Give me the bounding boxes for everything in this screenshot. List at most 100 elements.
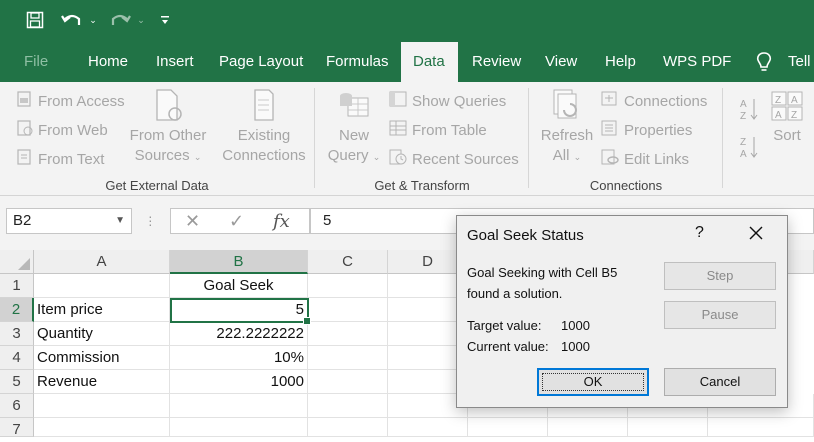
help-icon[interactable]: ?	[695, 224, 704, 242]
cell-a3[interactable]: Quantity	[34, 322, 170, 346]
cell-a6[interactable]	[34, 394, 170, 418]
recent-sources-button[interactable]: Recent Sources	[388, 148, 519, 170]
formula-bar-grip-icon[interactable]: · · ·	[148, 209, 153, 231]
tab-home[interactable]: Home	[76, 42, 140, 82]
from-web-button[interactable]: From Web	[16, 119, 108, 141]
from-access-button[interactable]: From Access	[16, 90, 125, 112]
connections-icon	[600, 90, 620, 112]
svg-text:A: A	[740, 99, 747, 110]
refresh-label-1: Refresh	[540, 127, 594, 144]
current-value: 1000	[561, 339, 590, 354]
from-other-sources-button[interactable]: From Other Sources ⌄	[128, 88, 208, 167]
from-text-button[interactable]: From Text	[16, 148, 104, 170]
column-header-c[interactable]: C	[308, 250, 388, 274]
existing-connections-button[interactable]: Existing Connections	[218, 88, 310, 166]
step-button[interactable]: Step	[664, 262, 776, 290]
cell-c4[interactable]	[308, 346, 388, 370]
from-table-button[interactable]: From Table	[388, 119, 487, 141]
sort-a-z-icon[interactable]: AZ	[738, 96, 760, 122]
refresh-all-button[interactable]: Refresh All ⌄	[536, 88, 598, 167]
name-box-dropdown-icon[interactable]: ▼	[115, 209, 125, 233]
web-icon	[16, 119, 34, 141]
row-header-3[interactable]: 3	[0, 322, 34, 346]
sort-button[interactable]: ZAAZ Sort	[766, 88, 808, 146]
cell-a7[interactable]	[34, 418, 170, 437]
row-header-5[interactable]: 5	[0, 370, 34, 394]
pause-button[interactable]: Pause	[664, 301, 776, 329]
cell-c3[interactable]	[308, 322, 388, 346]
tab-page-layout[interactable]: Page Layout	[207, 42, 315, 82]
cell-g7[interactable]	[628, 418, 708, 437]
status-message-line-2: found a solution.	[467, 286, 563, 301]
show-queries-label: Show Queries	[412, 92, 507, 110]
cell-b7[interactable]	[170, 418, 308, 437]
save-icon[interactable]	[22, 8, 48, 32]
tab-insert[interactable]: Insert	[144, 42, 206, 82]
tab-review[interactable]: Review	[460, 42, 533, 82]
cell-a1[interactable]	[34, 274, 170, 298]
tab-formulas[interactable]: Formulas	[314, 42, 401, 82]
goal-seek-status-dialog: Goal Seek Status ? Goal Seeking with Cel…	[456, 215, 788, 408]
customize-qat-icon[interactable]	[158, 8, 172, 32]
edit-links-button[interactable]: Edit Links	[600, 148, 689, 170]
show-queries-button[interactable]: Show Queries	[388, 90, 506, 112]
refresh-icon	[536, 88, 598, 126]
cell-d7[interactable]	[388, 418, 468, 437]
column-header-a[interactable]: A	[34, 250, 170, 274]
new-query-button[interactable]: New Query ⌄	[323, 88, 385, 167]
cell-b6[interactable]	[170, 394, 308, 418]
new-query-label-1: New	[338, 127, 369, 144]
tab-file[interactable]: File	[12, 42, 60, 82]
row-header-6[interactable]: 6	[0, 394, 34, 418]
lightbulb-icon[interactable]	[755, 51, 773, 78]
row-header-4[interactable]: 4	[0, 346, 34, 370]
cell-a4[interactable]: Commission	[34, 346, 170, 370]
properties-label: Properties	[624, 121, 693, 139]
cell-c2[interactable]	[308, 298, 388, 322]
tab-help[interactable]: Help	[593, 42, 648, 82]
cell-b5[interactable]: 1000	[170, 370, 308, 394]
properties-button[interactable]: Properties	[600, 119, 692, 141]
column-header-b[interactable]: B	[170, 250, 308, 274]
row-header-7[interactable]: 7	[0, 418, 34, 438]
current-value-label: Current value:	[467, 339, 549, 354]
cell-b1[interactable]: Goal Seek	[170, 274, 308, 298]
cell-a2[interactable]: Item price	[34, 298, 170, 322]
connections-button[interactable]: Connections	[600, 90, 707, 112]
select-all-corner[interactable]	[0, 250, 34, 274]
enter-entry-icon[interactable]: ✓	[229, 211, 244, 232]
svg-text:Z: Z	[740, 111, 746, 122]
close-icon[interactable]	[747, 224, 767, 244]
cell-c5[interactable]	[308, 370, 388, 394]
name-box[interactable]: B2 ▼	[6, 208, 132, 234]
ok-button[interactable]: OK	[537, 368, 649, 396]
cell-a5[interactable]: Revenue	[34, 370, 170, 394]
row-header-2[interactable]: 2	[0, 298, 34, 322]
cell-f7[interactable]	[548, 418, 628, 437]
cell-c7[interactable]	[308, 418, 388, 437]
sort-z-a-icon[interactable]: ZA	[738, 134, 760, 160]
new-query-label-2: Query	[327, 147, 369, 164]
cell-e7[interactable]	[468, 418, 548, 437]
tab-tell-me[interactable]: Tell	[776, 42, 814, 82]
redo-dropdown-icon[interactable]: ⌄	[136, 8, 146, 32]
cell-b2[interactable]: 5	[170, 298, 308, 322]
ribbon-tabs: File Home Insert Page Layout Formulas Da…	[0, 42, 814, 82]
cell-b3[interactable]: 222.2222222	[170, 322, 308, 346]
existing-label-1: Existing	[237, 127, 291, 144]
cell-b4[interactable]: 10%	[170, 346, 308, 370]
undo-dropdown-icon[interactable]: ⌄	[88, 8, 98, 32]
row-header-1[interactable]: 1	[0, 274, 34, 298]
cell-c6[interactable]	[308, 394, 388, 418]
cell-h7[interactable]	[708, 418, 814, 437]
tab-wps-pdf[interactable]: WPS PDF	[651, 42, 743, 82]
cancel-entry-icon[interactable]: ✕	[185, 211, 200, 232]
cancel-button[interactable]: Cancel	[664, 368, 776, 396]
insert-function-icon[interactable]: fx	[273, 211, 290, 232]
from-other-label-2: Sources	[134, 147, 190, 164]
tab-data[interactable]: Data	[401, 42, 458, 82]
cell-c1[interactable]	[308, 274, 388, 298]
redo-icon[interactable]	[106, 8, 134, 32]
tab-view[interactable]: View	[533, 42, 589, 82]
undo-icon[interactable]	[58, 8, 86, 32]
